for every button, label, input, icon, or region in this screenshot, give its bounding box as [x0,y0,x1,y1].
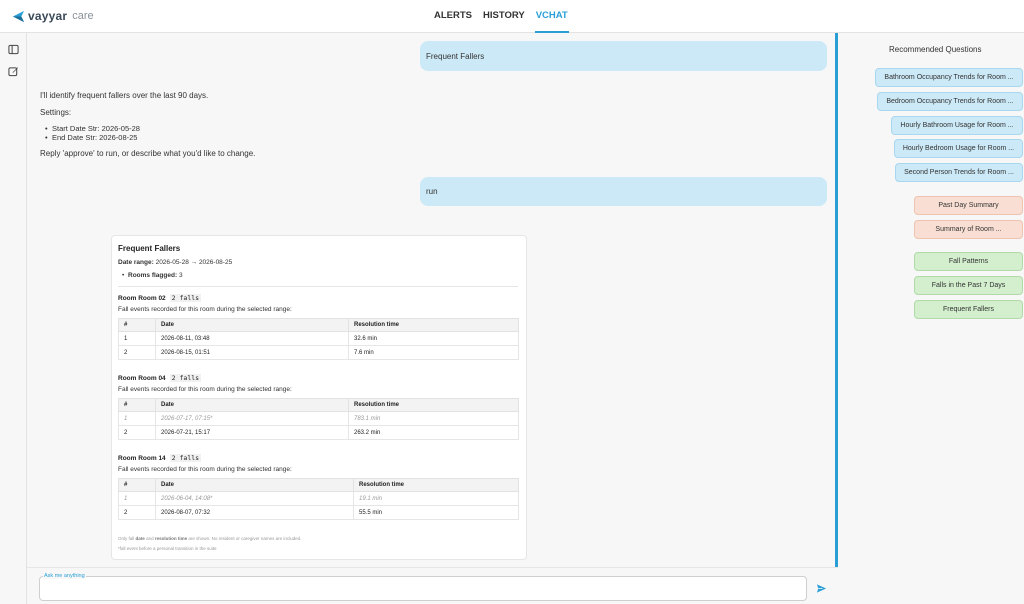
recommended-chip[interactable]: Frequent Fallers [914,300,1023,319]
table-header-row: # Date Resolution time [118,478,519,492]
edit-icon[interactable] [8,66,19,77]
recommended-chip[interactable]: Summary of Room ... [914,220,1023,239]
cell: 7.6 min [348,345,519,360]
room-description: Fall events recorded for this room durin… [118,386,292,393]
assistant-reply-hint: Reply 'approve' to run, or describe what… [40,149,256,158]
rooms-flagged: Rooms flagged: 3 [122,272,183,279]
cell: 2026-08-11, 03:48 [155,331,349,346]
footnote: *fall event before a personal transition… [118,546,217,551]
tab-alerts[interactable]: ALERTS [433,0,473,33]
falls-table: # Date Resolution time 1 2026-06-04, 14:… [118,478,519,520]
user-message-bubble: Frequent Fallers [420,41,827,71]
vayyar-logo-icon [12,10,25,22]
table-row: 2 2026-07-21, 15:17 263.2 min [118,425,519,440]
falls-badge: 2 falls [169,374,202,382]
top-bar: vayyar care ALERTS HISTORY VCHAT [0,0,1024,33]
chat-input[interactable] [39,576,807,601]
user-message-text: run [426,187,438,196]
user-message-bubble: run [420,177,827,206]
falls-badge: 2 falls [169,454,202,462]
user-message-text: Frequent Fallers [426,51,485,61]
table-row: 2 2026-08-15, 01:51 7.6 min [118,345,519,360]
cell: 2 [118,505,156,520]
assistant-settings-label: Settings: [40,108,72,117]
main-nav: ALERTS HISTORY VCHAT [433,0,569,33]
table-row: 2 2026-08-07, 07:32 55.5 min [118,505,519,520]
recommended-chip[interactable]: Hourly Bedroom Usage for Room ... [894,139,1023,158]
col-header: Resolution time [348,318,519,332]
result-card: Frequent Fallers Date range: 2026-05-28 … [111,235,527,560]
col-header: Date [155,318,349,332]
col-header: Date [155,478,354,492]
cell: 2026-08-07, 07:32 [155,505,354,520]
divider [118,286,518,287]
cell: 263.2 min [348,425,519,440]
table-header-row: # Date Resolution time [118,398,519,412]
sidebar-toggle-icon[interactable] [8,44,19,55]
cell: 2026-08-15, 01:51 [155,345,349,360]
footnote: Only fall date and resolution time are s… [118,536,302,541]
col-header: # [118,318,156,332]
date-range: Date range: 2026-05-28 → 2026-08-25 [118,259,233,266]
logo[interactable]: vayyar care [12,9,94,23]
chat-input-label: Ask me anything [43,573,86,579]
falls-badge: 2 falls [169,294,202,302]
col-header: Resolution time [353,478,519,492]
room-heading: Room Room 04 2 falls [118,374,202,382]
cell: 2026-06-04, 14:08* [155,491,354,506]
recommended-chip[interactable]: Falls in the Past 7 Days [914,276,1023,295]
room-description: Fall events recorded for this room durin… [118,466,292,473]
recommended-chip[interactable]: Bedroom Occupancy Trends for Room ... [877,92,1023,111]
cell: 1 [118,331,156,346]
table-row: 1 2026-07-17, 07:15* 783.1 min [118,411,519,426]
recommended-panel: Recommended Questions Bathroom Occupancy… [838,33,1024,604]
cell: 2026-07-17, 07:15* [155,411,349,426]
col-header: # [118,478,156,492]
cell: 2 [118,425,156,440]
recommended-chip[interactable]: Fall Patterns [914,252,1023,271]
cell: 32.6 min [348,331,519,346]
result-title: Frequent Fallers [118,244,181,253]
cell: 1 [118,411,156,426]
recommended-chip[interactable]: Hourly Bathroom Usage for Room ... [891,116,1023,135]
cell: 19.1 min [353,491,519,506]
logo-text: vayyar [28,9,68,23]
room-description: Fall events recorded for this room durin… [118,306,292,313]
room-heading: Room Room 02 2 falls [118,294,202,302]
col-header: Date [155,398,349,412]
cell: 2 [118,345,156,360]
cell: 783.1 min [348,411,519,426]
tab-vchat[interactable]: VCHAT [534,0,569,33]
recommended-chip[interactable]: Past Day Summary [914,196,1023,215]
falls-table: # Date Resolution time 1 2026-08-11, 03:… [118,318,519,360]
left-rail [0,33,27,604]
cell: 55.5 min [353,505,519,520]
table-row: 1 2026-06-04, 14:08* 19.1 min [118,491,519,506]
assistant-intro: I'll identify frequent fallers over the … [40,91,209,100]
settings-item: Start Date Str: 2026-05-28 [45,124,140,133]
logo-sub: care [72,10,94,22]
col-header: Resolution time [348,398,519,412]
room-heading: Room Room 14 2 falls [118,454,202,462]
recommended-chip[interactable]: Second Person Trends for Room ... [895,163,1023,182]
recommended-chip[interactable]: Bathroom Occupancy Trends for Room ... [875,68,1023,87]
cell: 2026-07-21, 15:17 [155,425,349,440]
col-header: # [118,398,156,412]
settings-item: End Date Str: 2026-08-25 [45,133,138,142]
falls-table: # Date Resolution time 1 2026-07-17, 07:… [118,398,519,440]
tab-history[interactable]: HISTORY [482,0,526,33]
table-row: 1 2026-08-11, 03:48 32.6 min [118,331,519,346]
composer: Ask me anything [27,567,838,604]
table-header-row: # Date Resolution time [118,318,519,332]
send-icon[interactable] [816,583,827,594]
cell: 1 [118,491,156,506]
chat-area: Frequent Fallers I'll identify frequent … [27,33,836,567]
recommended-title: Recommended Questions [889,45,982,54]
